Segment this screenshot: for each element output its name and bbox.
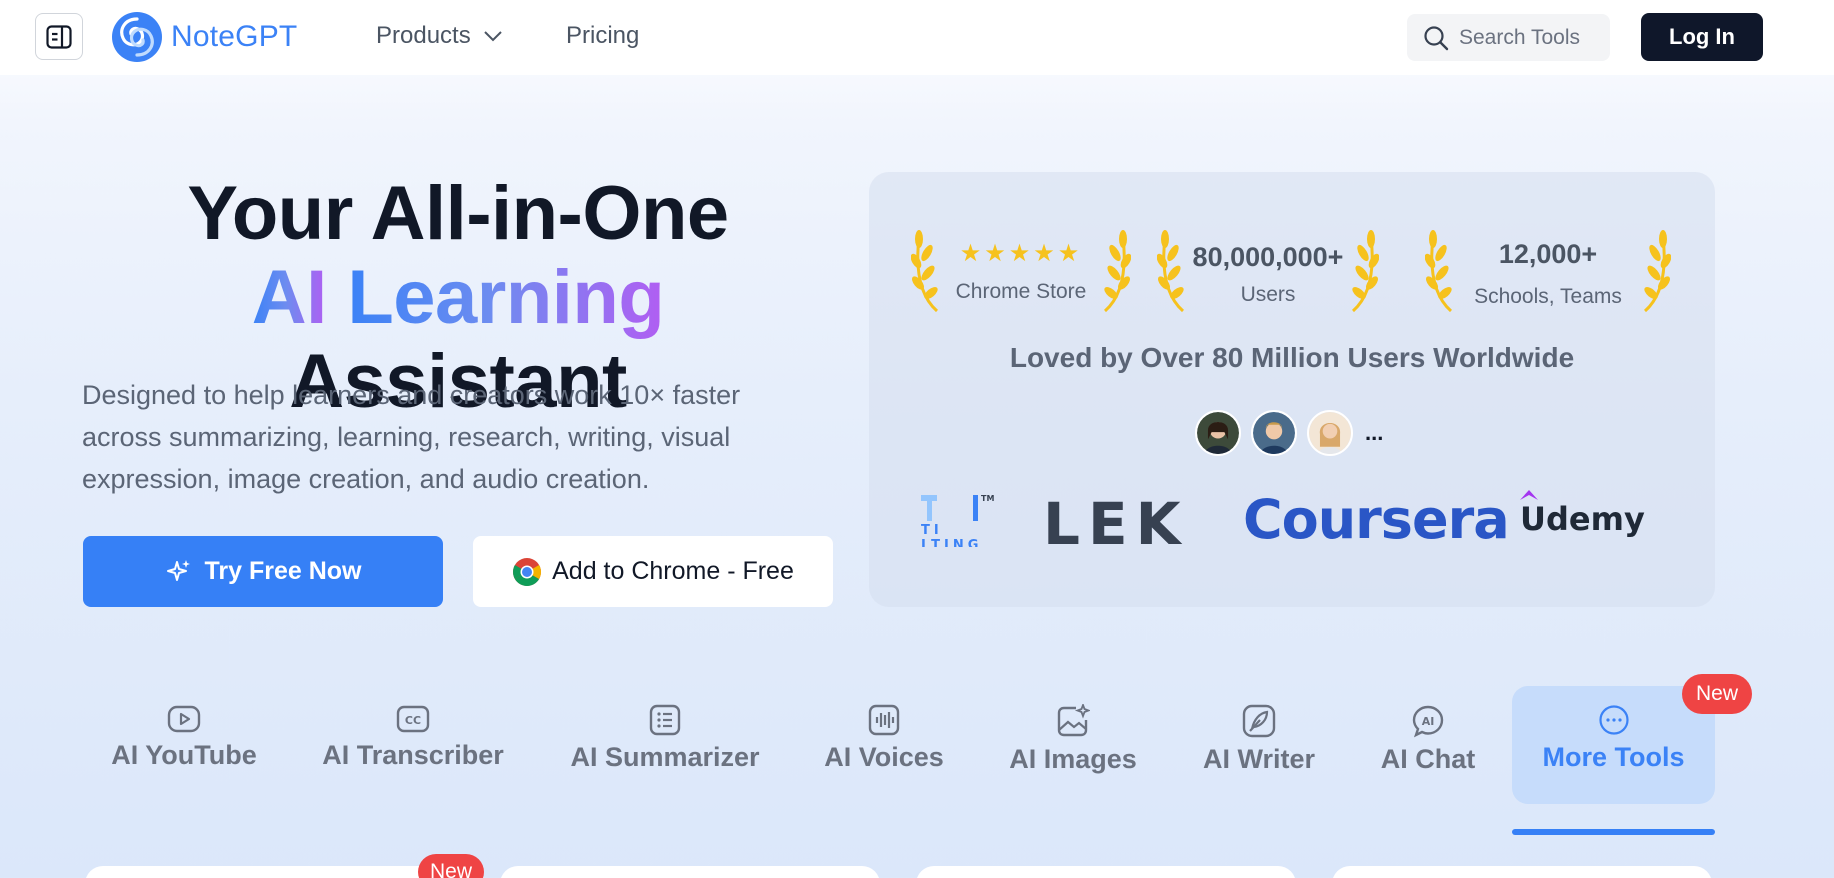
laurel-right-icon [1351,230,1379,313]
tab-ai-summarizer-label: AI Summarizer [570,742,760,772]
feather-icon [1242,704,1276,738]
search-input[interactable]: Search Tools [1407,14,1610,61]
list-icon [649,704,681,736]
user-avatars: ... [1195,410,1383,456]
partner-logo-consulting: TM TI LTING [921,487,999,547]
partner-logo-udemy: Udemy [1520,490,1645,538]
notegpt-logo-icon [112,12,162,62]
avatar [1251,410,1297,456]
laurel-right-icon [1103,230,1131,313]
users-count: 80,000,000+ [1192,242,1344,272]
try-free-button[interactable]: Try Free Now [83,536,443,607]
cc-icon: CC [396,705,430,733]
sparkle-icon [166,559,190,581]
laurel-right-icon [1643,230,1671,313]
ai-chat-icon: AI [1412,705,1444,738]
five-star-rating: ★★★★★ [959,240,1083,267]
new-badge: New [418,854,484,878]
login-button[interactable]: Log In [1641,13,1763,61]
tool-card[interactable] [916,866,1296,878]
notegpt-logo[interactable]: NoteGPT [111,11,297,63]
tab-more-tools-label: More Tools [1542,742,1685,772]
nav-products[interactable]: Products [376,22,503,50]
tab-ai-images[interactable]: AI Images [1008,686,1138,804]
udemy-logo-text: Udemy [1520,500,1645,538]
tab-ai-transcriber[interactable]: CC AI Transcriber [322,686,504,804]
sidebar-toggle-button[interactable] [35,13,83,60]
tab-ai-writer[interactable]: AI Writer [1200,686,1318,804]
tool-card[interactable] [1332,866,1712,878]
loved-by-users-text: Loved by Over 80 Million Users Worldwide [1009,342,1575,373]
chrome-icon [513,557,542,586]
tab-ai-writer-label: AI Writer [1202,744,1316,774]
tab-ai-transcriber-label: AI Transcriber [322,740,504,770]
try-free-label: Try Free Now [204,557,362,585]
search-placeholder: Search Tools [1459,25,1581,49]
hero-title-ai: AI [251,255,328,340]
udemy-hat-icon [1520,490,1538,500]
stat-chrome-store: ★★★★★ Chrome Store [911,227,1131,317]
partner-logos: TM TI LTING LEK Coursera Udemy [921,482,1681,562]
schools-label: Schools, Teams [1474,285,1622,308]
image-sparkle-icon [1057,704,1090,737]
nav-pricing-label: Pricing [566,22,640,49]
tab-ai-chat-label: AI Chat [1380,744,1476,774]
more-icon [1598,705,1629,735]
tool-card[interactable] [500,866,880,878]
svg-text:AI: AI [1422,715,1435,728]
search-icon [1424,25,1449,50]
stat-schools: 12,000+ Schools, Teams [1425,227,1671,317]
stat-users: 80,000,000+ Users [1157,227,1379,317]
hero-title-learning: Learning [347,255,665,340]
add-to-chrome-label: Add to Chrome - Free [552,557,794,585]
waveform-icon [868,704,900,736]
active-tab-indicator [1512,829,1715,835]
partner-logo-coursera: Coursera [1243,488,1510,551]
more-avatars-indicator: ... [1365,420,1384,445]
chrome-store-label: Chrome Store [955,280,1087,303]
tab-ai-summarizer[interactable]: AI Summarizer [570,686,760,804]
tab-ai-voices[interactable]: AI Voices [822,686,946,804]
tab-ai-voices-label: AI Voices [824,742,944,772]
hero-description: Designed to help learners and creators w… [82,380,741,494]
consulting-logo-text: TI LTING [921,523,983,547]
avatar [1307,410,1353,456]
top-header: NoteGPT Products Pricing Search Tools Lo… [0,0,1834,75]
avatar [1195,410,1241,456]
sidebar-icon [46,24,72,49]
stats-card: ★★★★★ Chrome Store 80,000,000+ Users 12,… [869,172,1715,607]
hero-title-line1: Your All-in-One [187,171,729,256]
youtube-icon [167,705,201,733]
add-to-chrome-button[interactable]: Add to Chrome - Free [473,536,833,607]
tab-ai-chat[interactable]: AI AI Chat [1380,686,1476,804]
new-badge: New [1682,674,1752,714]
tab-ai-youtube[interactable]: AI YouTube [111,686,257,804]
tool-card[interactable] [85,866,465,878]
logo-text: NoteGPT [171,20,298,53]
tab-ai-youtube-label: AI YouTube [111,740,257,770]
svg-text:TM: TM [981,494,994,503]
svg-text:CC: CC [405,714,421,727]
nav-pricing[interactable]: Pricing [566,22,639,50]
schools-count: 12,000+ [1498,239,1598,269]
users-label: Users [1240,283,1296,306]
tab-ai-images-label: AI Images [1009,744,1137,774]
partner-logo-lek: LEK [1043,490,1189,558]
chevron-down-icon [484,31,502,42]
nav-products-label: Products [376,22,471,49]
